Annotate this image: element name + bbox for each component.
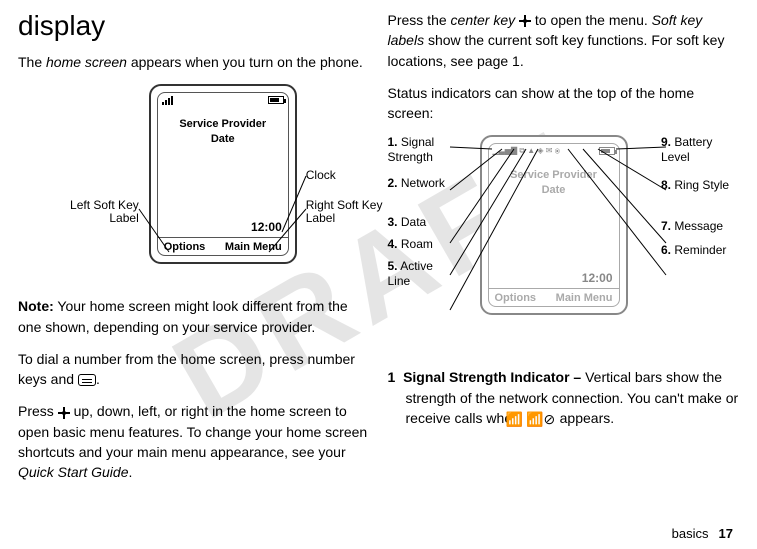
phone2-right-soft: Main Menu [556, 292, 613, 304]
indicator-3: 3. Data [388, 215, 450, 229]
clock-label: 12:00 [251, 220, 282, 236]
indicator-description-list: 1 Signal Strength Indicator – Vertical b… [388, 367, 740, 429]
right-p1: Press the center key to open the menu. S… [388, 10, 740, 71]
intro-text: The home screen appears when you turn on… [18, 52, 370, 72]
phone2-clock: 12:00 [582, 271, 613, 287]
center-key-icon [519, 15, 531, 27]
right-p2: Status indicators can show at the top of… [388, 83, 740, 124]
indicator-9: 9. Battery Level [661, 135, 739, 164]
page-footer: basics17 [672, 526, 733, 541]
left-softkey-label: Options [164, 241, 206, 253]
phone2-provider: Service Provider [489, 168, 619, 182]
indicator-1: 1. Signal Strength [388, 135, 450, 164]
right-softkey-label: Main Menu [225, 241, 282, 253]
indicator-5: 5. Active Line [388, 259, 450, 288]
nav-text: Press up, down, left, or right in the ho… [18, 401, 370, 482]
phone2-outline: ▁▃▅▇ ⧉ ▲ ◈ ✉ ⦿ Service Provider Date 12:… [480, 135, 628, 315]
note-text: Note: Your home screen might look differ… [18, 296, 370, 337]
indicator-8: 8. Ring Style [661, 178, 739, 192]
indicator-7: 7. Message [661, 219, 739, 233]
status-indicator-figure: 1. Signal Strength 2. Network 3. Data 4.… [388, 135, 740, 355]
battery-icon [268, 96, 284, 104]
date-label: Date [158, 132, 288, 146]
annotation-clock: Clock [306, 169, 336, 182]
annotation-right-softkey: Right Soft Key Label [306, 199, 401, 225]
signal-bars-icon [162, 95, 174, 105]
phone-outline: Service Provider Date 12:00 Options Main… [149, 84, 297, 264]
provider-label: Service Provider [158, 117, 288, 131]
send-key-icon [78, 374, 96, 386]
indicator-2: 2. Network [388, 176, 450, 190]
section-heading: display [18, 10, 370, 42]
annotation-left-softkey: Left Soft Key Label [44, 199, 139, 225]
dial-text: To dial a number from the home screen, p… [18, 349, 370, 390]
phone2-date: Date [489, 183, 619, 197]
phone2-left-soft: Options [495, 292, 537, 304]
nav-key-icon [58, 407, 70, 419]
indicator-4: 4. Roam [388, 237, 450, 251]
indicator-6: 6. Reminder [661, 243, 739, 257]
no-signal-slash-icon: 📶⊘ [544, 409, 556, 429]
home-screen-figure: Service Provider Date 12:00 Options Main… [44, 84, 344, 284]
